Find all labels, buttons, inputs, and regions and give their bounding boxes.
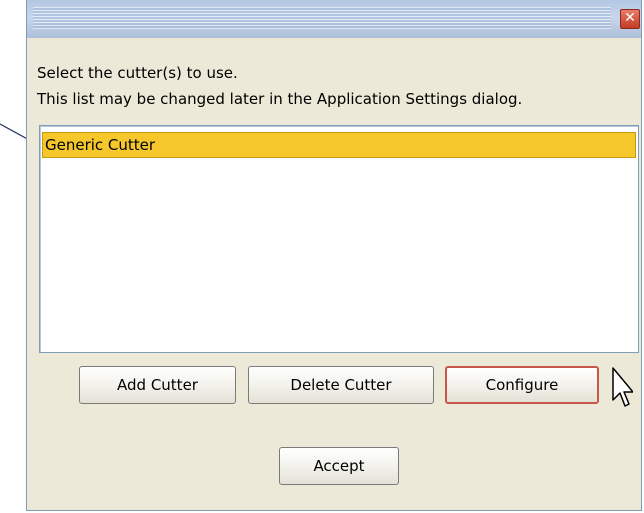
list-item-generic-cutter[interactable]: Generic Cutter — [42, 132, 636, 158]
close-icon: ✕ — [624, 10, 636, 26]
accept-button[interactable]: Accept — [279, 447, 399, 485]
configure-button[interactable]: Configure — [445, 366, 599, 404]
instructions-line-2: This list may be changed later in the Ap… — [37, 90, 523, 108]
cutter-selection-dialog: ✕ Select the cutter(s) to use. This list… — [26, 0, 642, 511]
instructions-text: Select the cutter(s) to use. This list m… — [37, 60, 522, 112]
mouse-pointer-icon — [612, 367, 633, 407]
close-button[interactable]: ✕ — [620, 9, 640, 29]
cutter-list[interactable]: Generic Cutter — [39, 125, 639, 353]
delete-cutter-button[interactable]: Delete Cutter — [248, 366, 434, 404]
screenshot-stage: ✕ Select the cutter(s) to use. This list… — [0, 0, 644, 513]
title-bar[interactable]: ✕ — [27, 0, 641, 38]
title-bar-stripes — [33, 7, 611, 29]
add-cutter-button[interactable]: Add Cutter — [79, 366, 236, 404]
instructions-line-1: Select the cutter(s) to use. — [37, 64, 238, 82]
